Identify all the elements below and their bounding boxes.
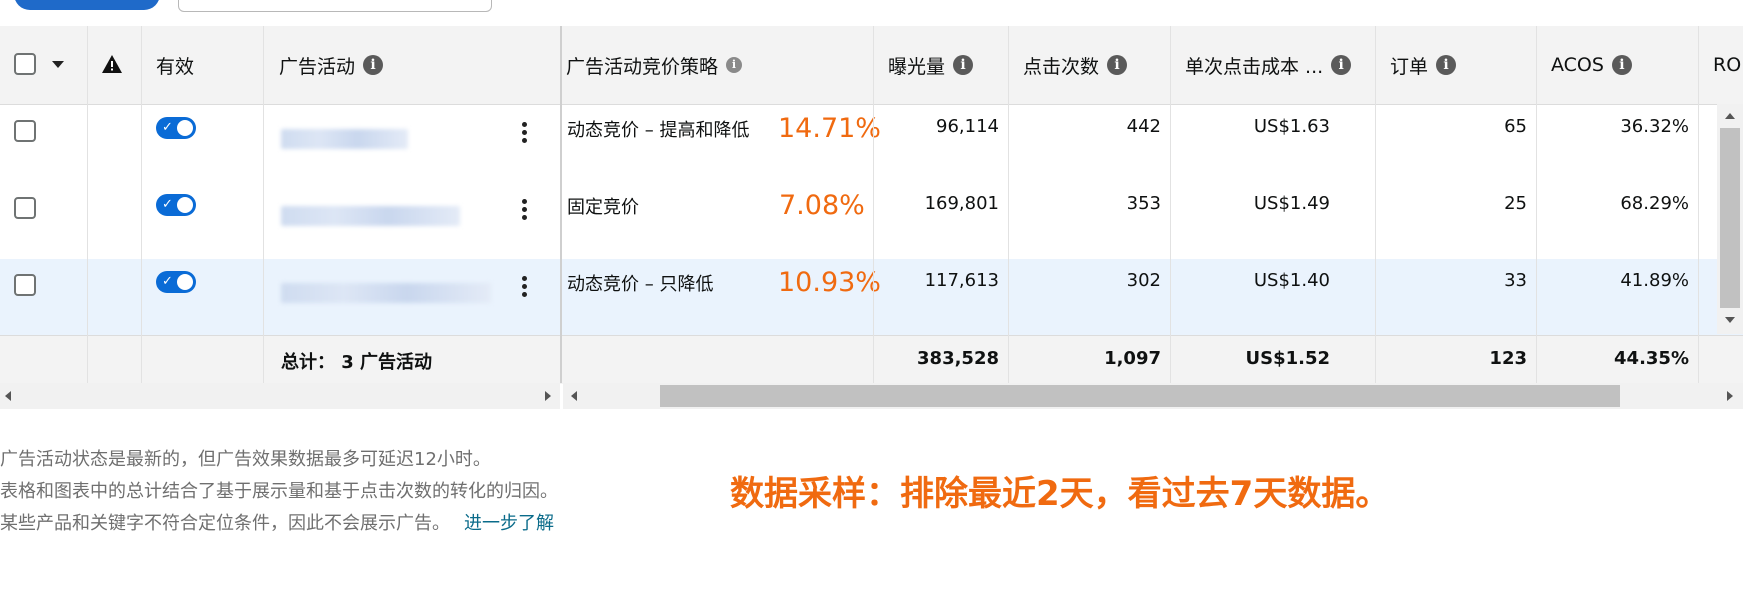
header-clicks[interactable]: 点击次数 i (1023, 26, 1128, 104)
total-clicks: 1,097 (1104, 348, 1161, 369)
orders: 65 (1504, 116, 1527, 137)
status-toggle[interactable]: ✓ (156, 271, 196, 293)
impressions: 169,801 (924, 193, 999, 214)
info-icon[interactable]: i (1107, 55, 1128, 75)
header-campaign[interactable]: 广告活动 i (279, 26, 384, 104)
column-divider (1536, 26, 1537, 383)
column-divider (1170, 26, 1171, 383)
table-header: 有效 广告活动 i 广告活动竞价策略 i 曝光量 i 点击次数 i 单次点击成本 ...… (0, 26, 1743, 105)
info-icon[interactable]: i (1436, 55, 1457, 75)
note-line: 某些产品和关键字不符合定位条件，因此不会展示广告。 进一步了解 (0, 513, 554, 534)
check-icon: ✓ (162, 120, 173, 135)
vertical-scroll-thumb[interactable] (1720, 128, 1740, 308)
scroll-down-icon[interactable] (1725, 317, 1735, 323)
search-input[interactable] (178, 0, 492, 12)
info-icon[interactable]: i (953, 55, 974, 75)
create-campaign-button[interactable] (14, 0, 160, 10)
more-options-icon[interactable] (522, 273, 528, 300)
row-checkbox[interactable] (14, 274, 36, 296)
acos: 36.32% (1620, 116, 1689, 137)
column-divider (1375, 26, 1376, 383)
check-icon: ✓ (162, 197, 173, 212)
scroll-left-icon[interactable] (5, 391, 11, 401)
frozen-column-divider (560, 26, 562, 383)
campaign-name-redacted[interactable] (281, 283, 491, 303)
total-impressions: 383,528 (917, 348, 999, 369)
status-toggle[interactable]: ✓ (156, 117, 196, 139)
more-options-icon[interactable] (522, 196, 528, 223)
top-toolbar (0, 0, 1743, 26)
frozen-horizontal-scrollbar[interactable] (0, 383, 560, 409)
warning-icon (102, 55, 122, 73)
note-line: 表格和图表中的总计结合了基于展示量和基于点击次数的转化的归因。 (0, 481, 558, 502)
info-icon[interactable]: i (726, 57, 743, 73)
acos: 41.89% (1620, 270, 1689, 291)
campaign-table: 有效 广告活动 i 广告活动竞价策略 i 曝光量 i 点击次数 i 单次点击成本 ...… (0, 26, 1743, 384)
select-all-checkbox[interactable] (14, 53, 36, 75)
scroll-right-icon[interactable] (545, 391, 551, 401)
scroll-right-icon[interactable] (1727, 391, 1733, 401)
column-divider (873, 26, 874, 383)
status-toggle[interactable]: ✓ (156, 194, 196, 216)
impressions: 117,613 (924, 270, 999, 291)
header-bidding-strategy[interactable]: 广告活动竞价策略 i (566, 26, 743, 104)
annotation-percent: 10.93% (778, 267, 881, 298)
header-acos[interactable]: ACOS i (1551, 26, 1632, 104)
table-notes: 广告活动状态是最新的，但广告效果数据最多可延迟12小时。 表格和图表中的总计结合… (0, 444, 558, 540)
total-orders: 123 (1489, 348, 1527, 369)
check-icon: ✓ (162, 274, 173, 289)
cpc: US$1.63 (1253, 116, 1330, 137)
cpc: US$1.40 (1253, 270, 1330, 291)
table-row[interactable]: ✓ 动态竞价 – 提高和降低 14.71% 96,114 442 US$1.63… (0, 105, 1743, 183)
header-orders[interactable]: 订单 i (1390, 26, 1457, 104)
row-checkbox[interactable] (14, 120, 36, 142)
table-row-selected[interactable]: ✓ 动态竞价 – 只降低 10.93% 117,613 302 US$1.40 … (0, 259, 1743, 337)
note-line: 广告活动状态是最新的，但广告效果数据最多可延迟12小时。 (0, 449, 491, 470)
info-icon[interactable]: i (363, 55, 384, 75)
chevron-down-icon[interactable] (52, 61, 64, 68)
info-icon[interactable]: i (1611, 55, 1632, 75)
column-divider (1698, 26, 1699, 383)
totals-label: 总计： 3 广告活动 (281, 352, 433, 373)
acos: 68.29% (1620, 193, 1689, 214)
bidding-strategy: 动态竞价 – 只降低 (567, 274, 714, 295)
header-impressions[interactable]: 曝光量 i (888, 26, 974, 104)
more-options-icon[interactable] (522, 119, 528, 146)
scroll-up-icon[interactable] (1725, 113, 1735, 119)
column-divider (141, 26, 142, 383)
total-cpc: US$1.52 (1245, 348, 1330, 369)
scroll-left-icon[interactable] (571, 391, 577, 401)
column-divider (263, 26, 264, 383)
impressions: 96,114 (936, 116, 999, 137)
column-divider (87, 26, 88, 383)
table-row[interactable]: ✓ 固定竞价 7.08% 169,801 353 US$1.49 25 68.2… (0, 182, 1743, 260)
bidding-strategy: 固定竞价 (567, 197, 639, 218)
table-totals-row: 总计： 3 广告活动 383,528 1,097 US$1.52 123 44.… (0, 335, 1743, 384)
annotation-percent: 14.71% (778, 113, 881, 144)
clicks: 302 (1126, 270, 1161, 291)
annotation-percent: 7.08% (779, 190, 865, 221)
campaign-name-redacted[interactable] (281, 129, 408, 149)
column-divider (1008, 26, 1009, 383)
header-cpc[interactable]: 单次点击成本 ... i (1185, 26, 1352, 104)
row-checkbox[interactable] (14, 197, 36, 219)
cpc: US$1.49 (1253, 193, 1330, 214)
learn-more-link[interactable]: 进一步了解 (464, 513, 554, 534)
clicks: 442 (1126, 116, 1161, 137)
campaign-name-redacted[interactable] (281, 206, 460, 226)
clicks: 353 (1126, 193, 1161, 214)
horizontal-scroll-thumb[interactable] (660, 385, 1620, 407)
annotation-banner: 数据采样：排除最近2天，看过去7天数据。 (730, 474, 1390, 514)
header-active[interactable]: 有效 (156, 26, 194, 104)
bidding-strategy: 动态竞价 – 提高和降低 (567, 120, 750, 141)
orders: 25 (1504, 193, 1527, 214)
orders: 33 (1504, 270, 1527, 291)
info-icon[interactable]: i (1331, 55, 1352, 75)
header-roas[interactable]: RO (1713, 26, 1741, 104)
total-acos: 44.35% (1614, 348, 1689, 369)
